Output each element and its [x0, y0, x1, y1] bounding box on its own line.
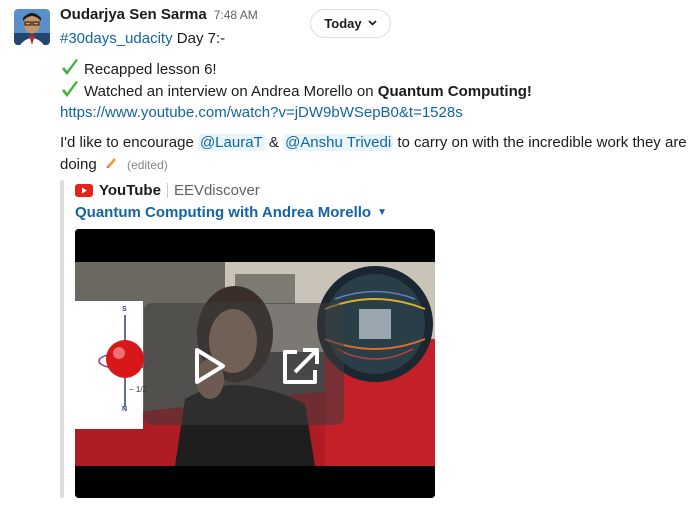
date-divider-label: Today — [324, 16, 362, 31]
message-line-doing: doing (edited) — [60, 154, 168, 176]
attachment-bar — [60, 180, 64, 498]
encourage-suffix: to carry on with the incredible work the… — [393, 134, 687, 151]
video-title-link[interactable]: Quantum Computing with Andrea Morello ▼ — [75, 204, 387, 221]
source-divider — [166, 182, 168, 198]
thumbnail-axis-top: S — [122, 306, 127, 313]
day-label: Day 7:- — [176, 30, 226, 47]
edited-label: (edited) — [127, 158, 168, 172]
attachment-service[interactable]: YouTube — [99, 182, 161, 199]
chevron-down-icon[interactable]: ▼ — [377, 207, 387, 218]
encourage-prefix: I'd like to encourage — [60, 134, 198, 151]
check-text-2-bold: Quantum Computing! — [377, 83, 532, 100]
hashtag-link[interactable]: #30days_udacity — [60, 30, 173, 47]
message-line-hashtag: #30days_udacity Day 7:- — [60, 28, 225, 50]
play-icon[interactable] — [188, 345, 230, 387]
mention-anshu-trivedi[interactable]: @Anshu Trivedi — [283, 134, 394, 151]
mention-laurat[interactable]: @LauraT — [197, 134, 265, 151]
open-external-icon[interactable] — [278, 345, 322, 387]
video-hover-overlay — [144, 303, 344, 425]
avatar[interactable] — [14, 9, 50, 45]
message-header: Oudarjya Sen Sarma 7:48 AM — [60, 6, 258, 26]
timestamp[interactable]: 7:48 AM — [214, 8, 258, 22]
author-name[interactable]: Oudarjya Sen Sarma — [60, 6, 207, 23]
check-icon — [60, 80, 80, 100]
chevron-down-icon — [368, 18, 377, 29]
ampersand: & — [268, 134, 279, 151]
youtube-icon — [75, 183, 93, 197]
check-icon — [60, 58, 80, 78]
check-text-1: Recapped lesson 6! — [84, 61, 217, 78]
message-line-encourage: I'd like to encourage @LauraT & @Anshu T… — [60, 132, 687, 154]
video-title-text: Quantum Computing with Andrea Morello — [75, 204, 372, 221]
message-line-check-1: Recapped lesson 6! — [60, 58, 217, 81]
pencil-emoji-icon — [105, 156, 117, 170]
encourage-line2: doing — [60, 156, 97, 173]
attachment-source: YouTube EEVdiscover — [75, 180, 260, 200]
check-text-2: Watched an interview on Andrea Morello o… — [84, 83, 378, 100]
date-divider-button[interactable]: Today — [310, 9, 391, 38]
youtube-url-link[interactable]: https://www.youtube.com/watch?v=jDW9bWSe… — [60, 104, 463, 121]
attachment-channel[interactable]: EEVdiscover — [174, 182, 260, 199]
thumbnail-axis-bottom: N — [122, 406, 128, 413]
message-line-url: https://www.youtube.com/watch?v=jDW9bWSe… — [60, 102, 463, 124]
message-line-check-2: Watched an interview on Andrea Morello o… — [60, 80, 532, 103]
